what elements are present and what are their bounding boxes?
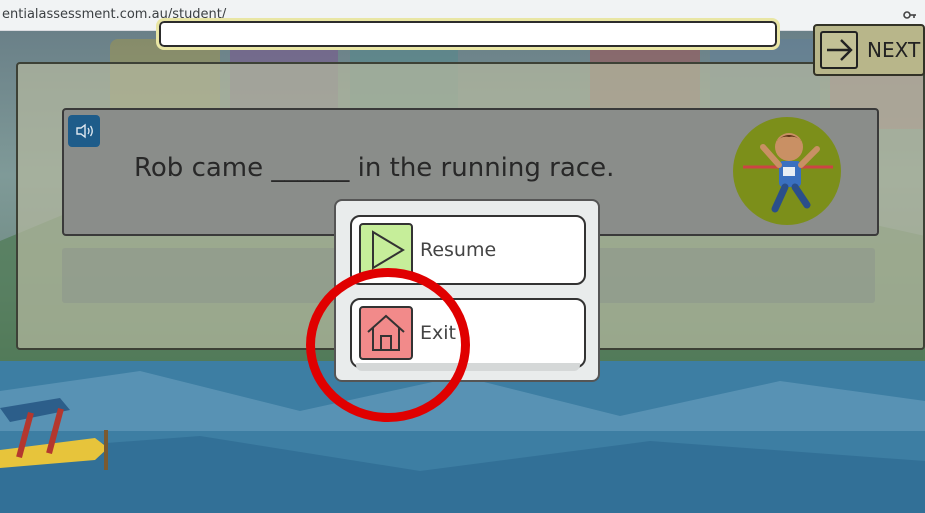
key-icon[interactable] [903, 8, 917, 22]
answer-input[interactable] [156, 18, 780, 50]
exit-button[interactable]: Exit [350, 298, 586, 368]
speaker-icon[interactable] [68, 115, 100, 147]
menu-footer [356, 363, 580, 371]
question-text: Rob came ______ in the running race. [134, 153, 615, 183]
runner-illustration [733, 117, 841, 225]
resume-label: Resume [420, 239, 497, 261]
pause-menu: Resume Exit [334, 199, 600, 382]
resume-button[interactable]: Resume [350, 215, 586, 285]
next-button[interactable]: NEXT [813, 24, 925, 76]
play-icon [359, 223, 413, 277]
home-icon [359, 306, 413, 360]
biplane-illustration [0, 398, 108, 470]
next-label: NEXT [867, 38, 921, 62]
exit-label: Exit [420, 322, 456, 344]
arrow-right-icon [820, 31, 858, 69]
